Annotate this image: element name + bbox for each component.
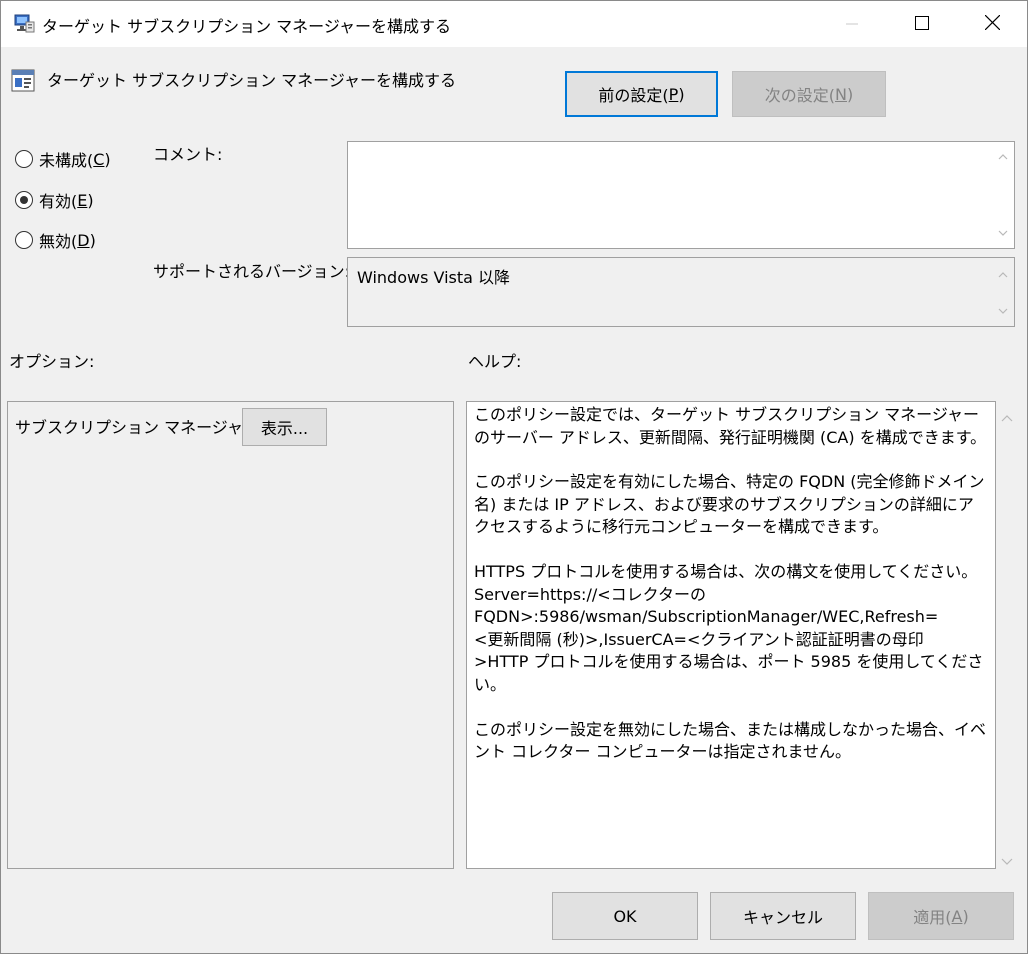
comment-label: コメント: bbox=[153, 145, 223, 164]
maximize-button[interactable] bbox=[887, 1, 957, 47]
next-setting-label: 次の設定( bbox=[764, 86, 836, 105]
radio-not-configured[interactable]: 未構成(C) bbox=[15, 147, 111, 171]
radio-label: 有効( bbox=[39, 192, 78, 211]
previous-setting-suffix: ) bbox=[678, 84, 685, 104]
help-scroll-up-icon[interactable] bbox=[1001, 407, 1013, 426]
subscription-manager-label: サブスクリプション マネージャー bbox=[15, 418, 259, 437]
radio-suffix: ) bbox=[89, 230, 96, 250]
close-icon bbox=[984, 14, 1000, 34]
radio-circle[interactable] bbox=[15, 150, 33, 168]
radio-accel: D bbox=[77, 230, 90, 250]
cancel-label: キャンセル bbox=[742, 908, 823, 927]
minimize-icon bbox=[846, 15, 858, 34]
apply-accel: A bbox=[951, 906, 963, 926]
radio-circle[interactable] bbox=[15, 231, 33, 249]
policy-title: ターゲット サブスクリプション マネージャーを構成する bbox=[47, 71, 457, 90]
radio-accel: C bbox=[93, 149, 105, 169]
radio-circle-selected[interactable] bbox=[15, 191, 33, 209]
previous-setting-label: 前の設定( bbox=[598, 86, 669, 105]
supported-version-label: サポートされるバージョン: bbox=[153, 262, 351, 281]
radio-suffix: ) bbox=[104, 149, 111, 169]
window-title: ターゲット サブスクリプション マネージャーを構成する bbox=[42, 17, 452, 36]
previous-setting-button[interactable]: 前の設定(P) bbox=[565, 71, 718, 117]
radio-label: 未構成( bbox=[39, 151, 94, 170]
help-paragraph: このポリシー設定を無効にした場合、または構成しなかった場合、イベント コレクター… bbox=[474, 719, 987, 762]
maximize-icon bbox=[915, 15, 929, 34]
help-scroll-down-icon[interactable] bbox=[1001, 851, 1013, 870]
apply-label: 適用( bbox=[913, 908, 952, 927]
radio-dot bbox=[20, 196, 28, 204]
ok-button[interactable]: OK bbox=[552, 892, 698, 940]
radio-accel: E bbox=[77, 190, 88, 210]
scroll-up-icon[interactable] bbox=[996, 150, 1010, 164]
options-label: オプション: bbox=[9, 352, 95, 371]
options-pane: サブスクリプション マネージャー 表示... bbox=[7, 401, 454, 869]
scroll-down-icon[interactable] bbox=[996, 304, 1010, 318]
radio-suffix: ) bbox=[87, 190, 94, 210]
apply-button[interactable]: 適用(A) bbox=[868, 892, 1014, 940]
show-button-label: 表示... bbox=[260, 419, 309, 438]
scroll-down-icon[interactable] bbox=[996, 226, 1010, 240]
show-button[interactable]: 表示... bbox=[242, 408, 327, 446]
supported-version-value: Windows Vista 以降 bbox=[357, 268, 511, 287]
policy-dialog: ターゲット サブスクリプション マネージャーを構成する ターゲット サブスクリプ… bbox=[0, 0, 1028, 954]
help-paragraph: このポリシー設定を有効にした場合、特定の FQDN (完全修飾ドメイン名) また… bbox=[474, 472, 985, 537]
help-text: このポリシー設定では、ターゲット サブスクリプション マネージャーのサーバー ア… bbox=[474, 404, 988, 786]
radio-label: 無効( bbox=[39, 232, 78, 251]
help-paragraph: このポリシー設定では、ターゲット サブスクリプション マネージャーのサーバー ア… bbox=[474, 405, 987, 447]
policy-setting-icon bbox=[11, 69, 37, 93]
radio-disabled[interactable]: 無効(D) bbox=[15, 228, 96, 252]
cancel-button[interactable]: キャンセル bbox=[710, 892, 856, 940]
minimize-button[interactable] bbox=[817, 1, 887, 47]
group-policy-icon bbox=[13, 13, 35, 33]
comment-textarea[interactable] bbox=[347, 141, 1015, 249]
apply-suffix: ) bbox=[962, 906, 969, 926]
next-setting-button[interactable]: 次の設定(N) bbox=[732, 71, 886, 117]
help-label: ヘルプ: bbox=[468, 352, 522, 371]
supported-version-box: Windows Vista 以降 bbox=[347, 257, 1015, 327]
help-paragraph: HTTPS プロトコルを使用する場合は、次の構文を使用してください。 Serve… bbox=[474, 561, 984, 694]
scroll-up-icon[interactable] bbox=[996, 268, 1010, 282]
next-setting-accel: N bbox=[835, 84, 847, 104]
previous-setting-accel: P bbox=[668, 84, 679, 104]
next-setting-suffix: ) bbox=[846, 84, 854, 104]
title-bar[interactable]: ターゲット サブスクリプション マネージャーを構成する bbox=[1, 1, 1027, 47]
help-pane: このポリシー設定では、ターゲット サブスクリプション マネージャーのサーバー ア… bbox=[466, 401, 996, 869]
close-button[interactable] bbox=[957, 1, 1027, 47]
ok-label: OK bbox=[613, 906, 637, 926]
radio-enabled[interactable]: 有効(E) bbox=[15, 188, 94, 212]
